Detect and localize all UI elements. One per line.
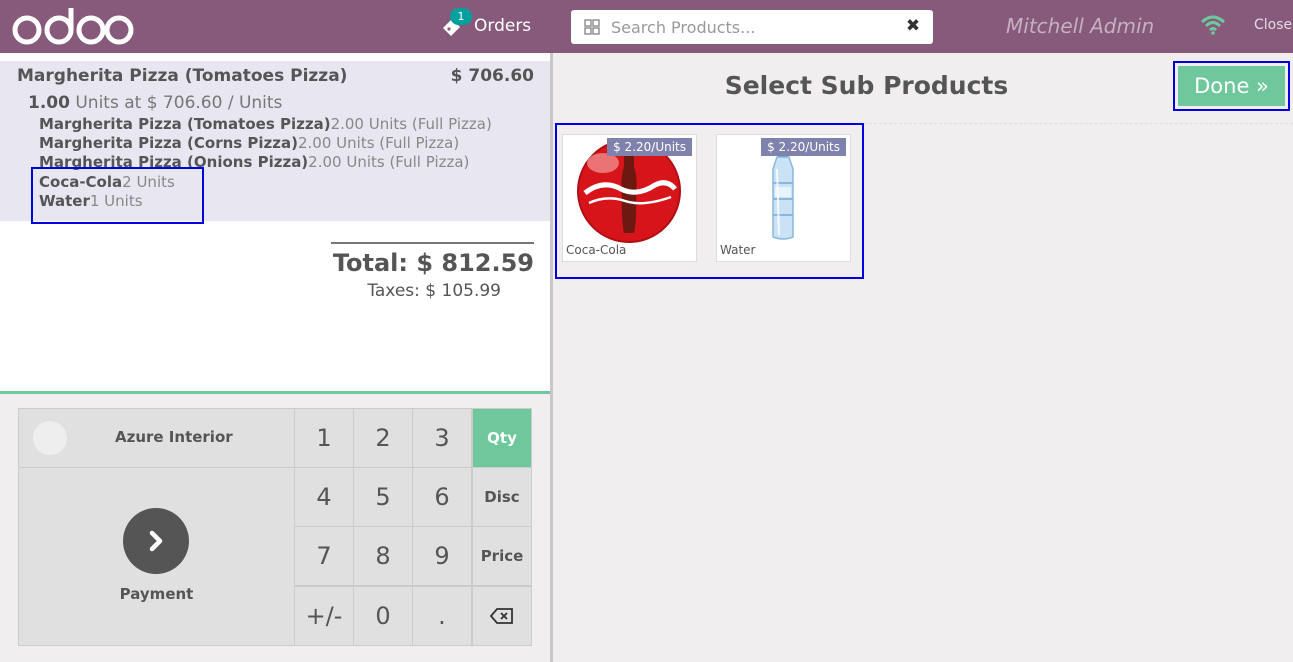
sub-item-name: Margherita Pizza (Tomatoes Pizza) bbox=[39, 115, 331, 133]
customer-button[interactable]: Azure Interior bbox=[18, 408, 295, 468]
product-name: Coca-Cola bbox=[566, 243, 627, 257]
close-button[interactable]: Close bbox=[1254, 17, 1292, 33]
control-pad: Azure Interior Payment 1 2 3 Qty 4 5 6 D… bbox=[0, 391, 550, 662]
price-mode-button[interactable]: Price bbox=[472, 526, 532, 586]
order-line-unit-info: Units at $ 706.60 / Units bbox=[75, 93, 283, 113]
numpad-key-7[interactable]: 7 bbox=[294, 526, 354, 586]
order-pane: Margherita Pizza (Tomatoes Pizza) $ 706.… bbox=[0, 53, 550, 662]
numpad-key-3[interactable]: 3 bbox=[412, 408, 472, 468]
product-name: Water bbox=[720, 243, 756, 257]
numpad-key-dot[interactable]: . bbox=[412, 586, 472, 646]
order-line-name: Margherita Pizza (Tomatoes Pizza) bbox=[17, 66, 348, 86]
numpad-key-0[interactable]: 0 bbox=[353, 586, 413, 646]
numpad-key-4[interactable]: 4 bbox=[294, 467, 354, 527]
numpad-key-2[interactable]: 2 bbox=[353, 408, 413, 468]
sub-item-qty: 2.00 Units (Full Pizza) bbox=[330, 115, 492, 133]
sub-products-title: Select Sub Products bbox=[724, 71, 1009, 100]
orders-button[interactable]: 1 Orders bbox=[440, 8, 532, 42]
orders-label: Orders bbox=[474, 16, 532, 36]
top-header: 1 Orders ✖ Mitchell Admin Close bbox=[0, 0, 1293, 53]
sub-item-qty: 2.00 Units (Full Pizza) bbox=[298, 134, 460, 152]
order-taxes: Taxes: $ 105.99 bbox=[367, 281, 501, 301]
sub-item-name: Margherita Pizza (Corns Pizza) bbox=[39, 134, 298, 152]
numpad-key-8[interactable]: 8 bbox=[353, 526, 413, 586]
payment-label: Payment bbox=[119, 585, 194, 603]
sub-item: Margherita Pizza (Corns Pizza)2.00 Units… bbox=[39, 134, 459, 152]
numpad-key-6[interactable]: 6 bbox=[412, 467, 472, 527]
search-box: ✖ bbox=[571, 10, 933, 44]
order-line-price: $ 706.60 bbox=[450, 66, 534, 86]
chevron-right-icon bbox=[123, 508, 189, 574]
cashier-name[interactable]: Mitchell Admin bbox=[1006, 14, 1154, 38]
numpad-key-9[interactable]: 9 bbox=[412, 526, 472, 586]
product-price-tag: $ 2.20/Units bbox=[607, 138, 692, 156]
product-card-water[interactable]: $ 2.20/Units Water bbox=[716, 134, 851, 262]
orders-count-badge: 1 bbox=[450, 8, 472, 25]
qty-mode-button[interactable]: Qty bbox=[472, 408, 532, 468]
clear-search-icon[interactable]: ✖ bbox=[905, 18, 921, 35]
numpad-key-sign[interactable]: +/- bbox=[294, 586, 354, 646]
numpad-key-5[interactable]: 5 bbox=[353, 467, 413, 527]
payment-button[interactable]: Payment bbox=[18, 467, 295, 646]
wifi-icon bbox=[1200, 15, 1226, 35]
disc-mode-button[interactable]: Disc bbox=[472, 467, 532, 527]
numpad: 1 2 3 Qty 4 5 6 Disc 7 8 9 Price +/- 0 . bbox=[294, 408, 533, 646]
customer-name: Azure Interior bbox=[115, 428, 233, 446]
backspace-icon bbox=[490, 608, 513, 624]
search-input[interactable] bbox=[611, 10, 901, 44]
highlight-box bbox=[31, 167, 204, 224]
done-label: Done » bbox=[1178, 66, 1285, 106]
order-line-qty: 1.00 bbox=[28, 93, 70, 113]
ticket-icon: 1 bbox=[440, 8, 472, 38]
backspace-button[interactable] bbox=[472, 586, 532, 646]
product-price-tag: $ 2.20/Units bbox=[761, 138, 846, 156]
done-button[interactable]: Done » bbox=[1173, 61, 1290, 111]
sub-products-pane: Select Sub Products Done » $ 2.20/Units … bbox=[553, 53, 1293, 662]
sub-item: Margherita Pizza (Tomatoes Pizza)2.00 Un… bbox=[39, 115, 492, 133]
customer-avatar bbox=[33, 421, 67, 455]
totals-divider bbox=[331, 242, 534, 244]
order-total: Total: $ 812.59 bbox=[332, 249, 534, 277]
product-card-coca-cola[interactable]: $ 2.20/Units Coca-Cola bbox=[562, 134, 697, 262]
order-line-info: 1.00 Units at $ 706.60 / Units bbox=[28, 93, 282, 113]
numpad-key-1[interactable]: 1 bbox=[294, 408, 354, 468]
sub-item-qty: 2.00 Units (Full Pizza) bbox=[308, 153, 470, 171]
grid-icon bbox=[584, 19, 600, 35]
odoo-logo bbox=[12, 8, 134, 45]
